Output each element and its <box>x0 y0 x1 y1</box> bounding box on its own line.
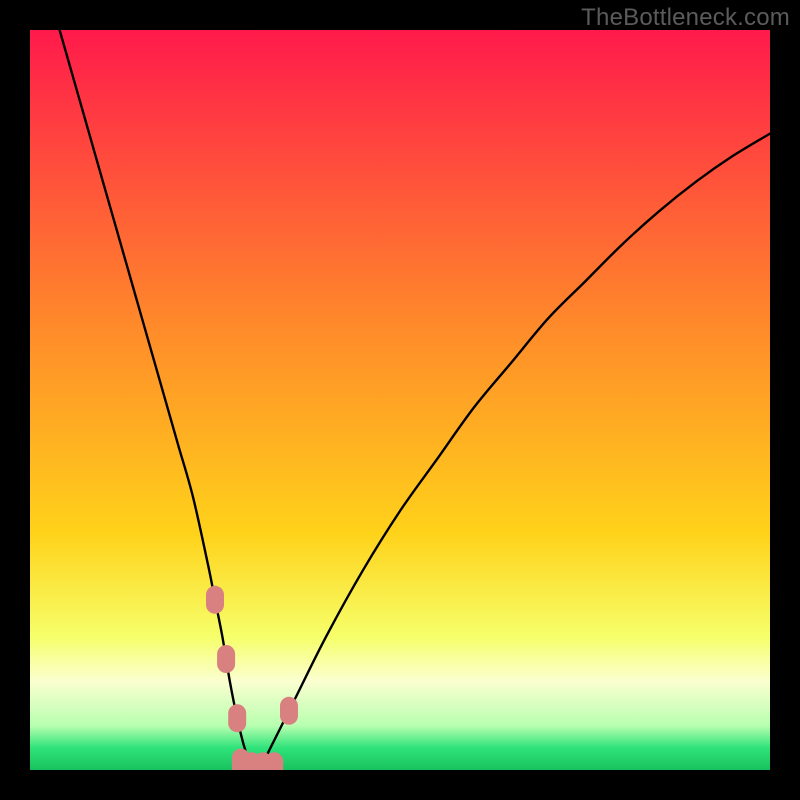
chart-frame: TheBottleneck.com <box>0 0 800 800</box>
marker-points <box>30 30 770 770</box>
marker-point <box>280 697 298 725</box>
watermark-text: TheBottleneck.com <box>581 4 790 32</box>
plot-area <box>30 30 770 770</box>
marker-point <box>206 586 224 614</box>
marker-point <box>217 645 235 673</box>
marker-point <box>265 752 283 770</box>
marker-point <box>228 704 246 732</box>
